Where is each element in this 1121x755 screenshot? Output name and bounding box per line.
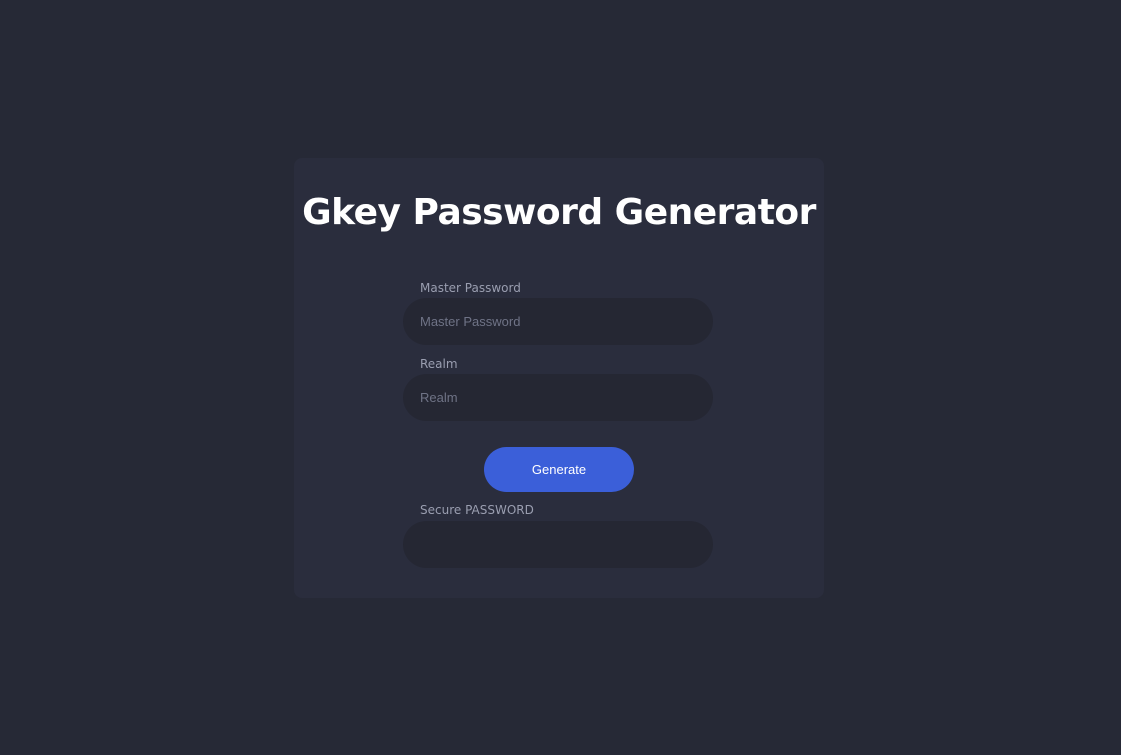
generator-card: Gkey Password Generator Master Password … xyxy=(294,158,824,598)
generate-button[interactable]: Generate xyxy=(484,447,634,492)
secure-password-label: Secure PASSWORD xyxy=(420,503,534,517)
secure-password-output[interactable] xyxy=(403,521,713,568)
page-title: Gkey Password Generator xyxy=(302,192,816,233)
realm-input[interactable] xyxy=(403,374,713,421)
master-password-label: Master Password xyxy=(420,281,521,295)
master-password-input[interactable] xyxy=(403,298,713,345)
realm-label: Realm xyxy=(420,357,458,371)
